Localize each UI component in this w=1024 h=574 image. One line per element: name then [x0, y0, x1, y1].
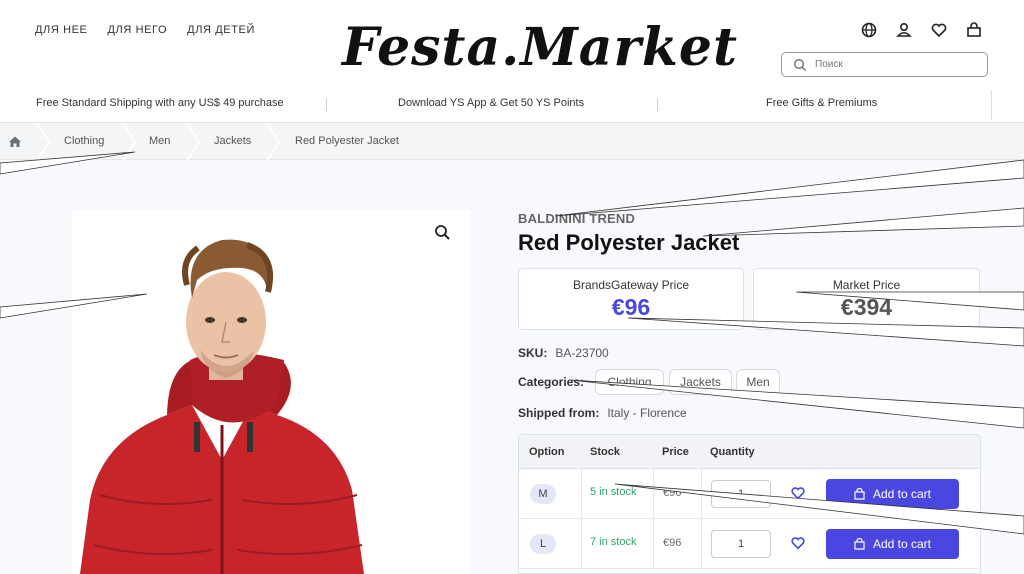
product-brand[interactable]: BALDININI TREND: [518, 211, 635, 226]
cart-icon[interactable]: [965, 21, 983, 39]
home-icon[interactable]: [8, 135, 22, 148]
brands-price-label: BrandsGateway Price: [572, 278, 690, 292]
promo-app[interactable]: Download YS App & Get 50 YS Points: [398, 97, 584, 109]
size-badge: M: [530, 484, 556, 504]
wishlist-heart-icon[interactable]: [790, 535, 806, 551]
market-price-box: Market Price €394: [753, 268, 980, 330]
category-chip-clothing[interactable]: Clothing: [595, 369, 664, 395]
header-icons: [860, 21, 983, 39]
heart-icon[interactable]: [930, 21, 948, 39]
site-logo[interactable]: Festa.Market: [342, 12, 737, 84]
variant-row: M 5 in stock €96 1 Add to cart: [519, 469, 980, 519]
stock-status: 7 in stock: [590, 536, 637, 548]
sku-label: SKU:: [518, 346, 548, 360]
add-to-cart-label: Add to cart: [872, 487, 932, 501]
shipped-row: Shipped from: Italy - Florence: [518, 406, 687, 420]
breadcrumb-separator: [122, 123, 136, 161]
stock-status: 5 in stock: [590, 486, 637, 498]
sku-value: BA-23700: [555, 346, 609, 360]
breadcrumb-men[interactable]: Men: [149, 135, 170, 147]
breadcrumb-separator: [36, 123, 50, 161]
product-title: Red Polyester Jacket: [518, 230, 740, 255]
market-price-value: €394: [840, 294, 893, 320]
breadcrumb-separator: [186, 123, 200, 161]
product-image[interactable]: [72, 210, 470, 574]
cell-divider: [581, 519, 582, 568]
top-nav: ДЛЯ НЕЕ ДЛЯ НЕГО ДЛЯ ДЕТЕЙ: [35, 24, 255, 36]
bag-icon: [854, 488, 865, 500]
breadcrumb-separator: [266, 123, 280, 161]
promo-bar: Free Standard Shipping with any US$ 49 p…: [0, 90, 992, 120]
sku-row: SKU: BA-23700: [518, 346, 609, 360]
search-icon: [794, 58, 806, 71]
site-header: ДЛЯ НЕЕ ДЛЯ НЕГО ДЛЯ ДЕТЕЙ Festa.Market: [0, 0, 1024, 90]
nav-for-him[interactable]: ДЛЯ НЕГО: [108, 24, 168, 36]
quantity-input[interactable]: 1: [711, 480, 771, 508]
breadcrumb-clothing[interactable]: Clothing: [64, 135, 104, 147]
cell-divider: [701, 519, 702, 568]
shipped-value: Italy - Florence: [607, 406, 687, 420]
wishlist-heart-icon[interactable]: [790, 485, 806, 501]
header-price: Price: [662, 446, 689, 458]
breadcrumb-jackets[interactable]: Jackets: [214, 135, 251, 147]
promo-divider: [657, 98, 658, 111]
search-box[interactable]: [781, 52, 988, 77]
add-to-cart-button[interactable]: Add to cart: [826, 529, 959, 559]
market-price-label: Market Price: [832, 278, 901, 292]
breadcrumb-current: Red Polyester Jacket: [295, 135, 399, 147]
promo-gifts[interactable]: Free Gifts & Premiums: [766, 97, 877, 109]
category-chip-jackets[interactable]: Jackets: [669, 369, 732, 395]
shipped-label: Shipped from:: [518, 406, 600, 420]
row-price: €96: [663, 537, 682, 549]
breadcrumb: Clothing Men Jackets Red Polyester Jacke…: [0, 122, 1024, 161]
header-option: Option: [529, 446, 565, 458]
quantity-input[interactable]: 1: [711, 530, 771, 558]
globe-icon[interactable]: [860, 21, 878, 39]
row-price: €96: [663, 487, 682, 499]
categories-label: Categories:: [518, 375, 585, 389]
promo-divider: [326, 98, 327, 111]
add-to-cart-label: Add to cart: [872, 537, 932, 551]
nav-for-kids[interactable]: ДЛЯ ДЕТЕЙ: [187, 24, 255, 36]
category-chip-men[interactable]: Men: [736, 369, 780, 395]
promo-shipping[interactable]: Free Standard Shipping with any US$ 49 p…: [36, 97, 284, 109]
brands-price-box: BrandsGateway Price €96: [518, 268, 744, 330]
bag-icon: [854, 538, 865, 550]
header-quantity: Quantity: [710, 446, 755, 458]
categories-row: Categories:: [518, 375, 592, 389]
cell-divider: [653, 469, 654, 518]
user-icon[interactable]: [895, 21, 913, 39]
add-to-cart-button[interactable]: Add to cart: [826, 479, 959, 509]
cell-divider: [701, 469, 702, 518]
variant-row: L 7 in stock €96 1 Add to cart: [519, 519, 980, 569]
cell-divider: [581, 469, 582, 518]
zoom-icon[interactable]: [434, 224, 452, 242]
nav-for-her[interactable]: ДЛЯ НЕЕ: [35, 24, 88, 36]
variants-header: Option Stock Price Quantity: [519, 435, 980, 469]
size-badge: L: [530, 534, 556, 554]
cell-divider: [653, 519, 654, 568]
header-stock: Stock: [590, 446, 620, 458]
variants-table: Option Stock Price Quantity M 5 in stock…: [518, 434, 981, 574]
brands-price-value: €96: [611, 294, 651, 320]
search-input[interactable]: [815, 59, 975, 70]
